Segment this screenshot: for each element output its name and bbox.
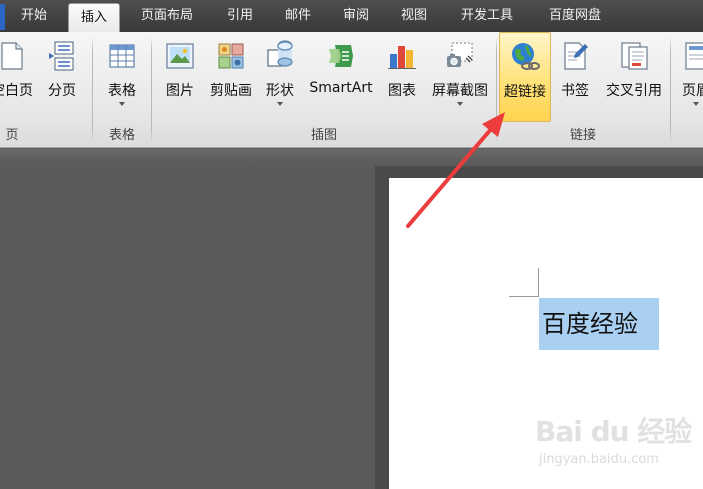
screenshot-button[interactable]: 屏幕截图 [426,32,494,122]
chart-label: 图表 [388,83,416,99]
screenshot-label: 屏幕截图 [432,83,488,99]
ribbon-tab-bar: 开始 插入 页面布局 引用 邮件 审阅 视图 开发工具 百度网盘 [0,0,703,33]
table-button[interactable]: 表格 [98,32,146,122]
margin-corner-mark [538,268,539,297]
bookmark-button[interactable]: 书签 [555,32,595,122]
hyperlink-label: 超链接 [504,84,546,100]
blank-page-label: 空白页 [0,83,33,99]
links-group-label: 链接 [569,128,596,143]
bookmark-label: 书签 [561,83,589,99]
tab-baidu-netdisk[interactable]: 百度网盘 [534,0,616,32]
margin-corner-mark [509,296,539,297]
ribbon-insert: 空白页 分页 页 表格 表格 [0,32,703,148]
picture-label: 图片 [166,83,194,99]
selected-text[interactable]: 百度经验 [539,298,659,350]
tab-developer[interactable]: 开发工具 [446,0,528,32]
blank-page-button[interactable]: 空白页 [0,32,38,122]
shapes-icon [267,40,293,67]
tab-references[interactable]: 引用 [214,0,266,32]
page-break-icon [49,41,74,71]
clip-art-button[interactable]: 剪贴画 [204,32,258,122]
picture-button[interactable]: 图片 [160,32,200,122]
tab-review[interactable]: 审阅 [330,0,382,32]
page-break-button[interactable]: 分页 [42,32,82,122]
tab-mailings[interactable]: 邮件 [272,0,324,32]
clip-art-label: 剪贴画 [210,83,252,99]
chevron-down-icon [693,102,699,106]
cross-reference-label: 交叉引用 [606,83,662,99]
cross-reference-button[interactable]: 交叉引用 [600,32,668,122]
smartart-icon [329,45,353,67]
table-icon [109,44,135,68]
baidu-jingyan-watermark: Bai du 经验 jingyan.baidu.com [535,410,703,480]
chart-icon [388,46,416,69]
smartart-button[interactable]: SmartArt [304,32,378,122]
screenshot-icon [447,42,473,67]
chevron-down-icon [277,102,283,106]
chevron-down-icon [119,102,125,106]
tab-view[interactable]: 视图 [388,0,440,32]
page-break-label: 分页 [48,83,76,99]
shapes-label: 形状 [266,83,294,99]
illustrations-group-label: 插图 [310,128,337,143]
picture-icon [166,43,194,69]
hyperlink-button[interactable]: 超链接 [499,32,551,122]
group-separator [670,36,671,144]
shapes-button[interactable]: 形状 [260,32,300,122]
cross-reference-icon [621,42,648,70]
header-button[interactable]: 页眉 [676,32,703,122]
watermark-url: jingyan.baidu.com [539,452,659,467]
chart-button[interactable]: 图表 [382,32,422,122]
table-label: 表格 [108,83,136,99]
smartart-label: SmartArt [309,80,373,96]
tab-insert[interactable]: 插入 [68,3,120,33]
clip-art-icon [218,43,244,69]
pages-group-label: 页 [5,128,19,143]
chevron-down-icon [457,102,463,106]
tab-home[interactable]: 开始 [8,0,60,32]
workspace-top-shade [0,149,703,163]
hyperlink-icon [512,43,540,70]
tab-page-layout[interactable]: 页面布局 [126,0,208,32]
file-tab-edge[interactable] [0,4,5,30]
group-separator [92,36,93,144]
bookmark-icon [564,42,588,70]
tables-group-label: 表格 [108,128,135,143]
watermark-logo: Bai du 经验 [535,415,692,448]
header-icon [685,42,703,70]
header-label: 页眉 [682,83,703,99]
blank-page-icon [1,42,23,70]
